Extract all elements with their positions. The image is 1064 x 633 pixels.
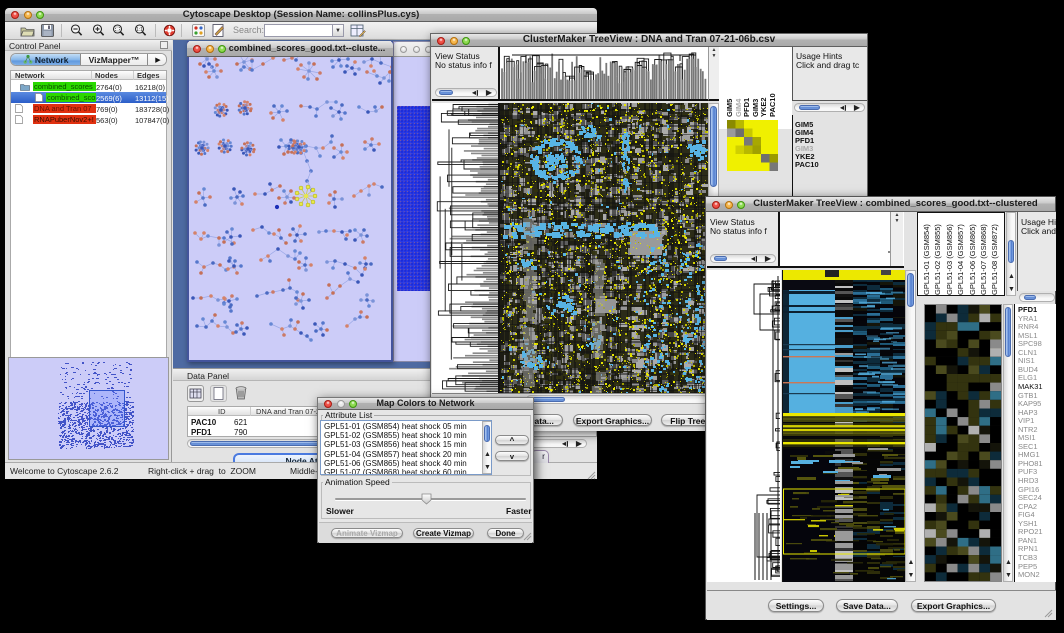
svg-text:1:1: 1:1: [136, 27, 143, 33]
